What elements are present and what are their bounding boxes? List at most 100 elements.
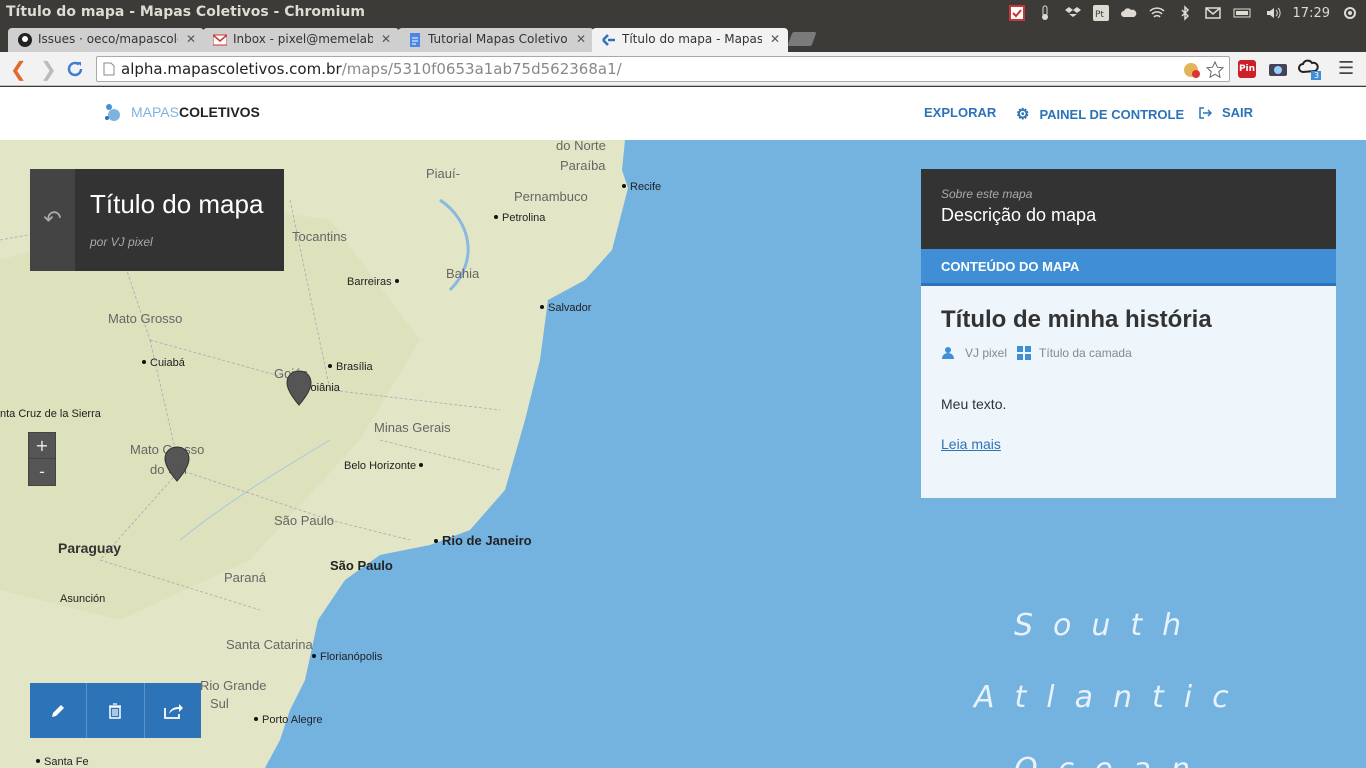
ocean-label: South	[1014, 608, 1202, 643]
tab-github-issues[interactable]: Issues · oeco/mapascoletiv ✕	[8, 28, 204, 52]
nav-dashboard[interactable]: ⚙ PAINEL DE CONTROLE	[1016, 105, 1184, 123]
window-titlebar: Título do mapa - Mapas Coletivos - Chrom…	[0, 0, 1366, 26]
map-label: Paraná	[224, 570, 266, 585]
bluetooth-icon[interactable]	[1177, 5, 1193, 21]
volume-icon[interactable]	[1265, 5, 1281, 21]
close-icon[interactable]: ✕	[770, 32, 780, 46]
close-icon[interactable]: ✕	[576, 32, 586, 46]
wifi-icon[interactable]	[1149, 5, 1165, 21]
map-label: Sul	[210, 696, 229, 711]
cloud-upload-icon[interactable]	[1120, 5, 1137, 21]
github-icon	[18, 33, 32, 47]
map-label: Cuiabá	[142, 357, 185, 369]
map-label: Tocantins	[292, 229, 347, 244]
ocean-label: Atlantic	[974, 680, 1249, 715]
map-label: Rio Grande	[200, 678, 267, 693]
map-author: por VJ pixel	[90, 235, 153, 249]
map-label: Barreiras	[347, 276, 403, 288]
zoom-out-button[interactable]: -	[29, 459, 55, 485]
map-label: Belo Horizonte	[344, 460, 427, 472]
content-tab[interactable]: CONTEÚDO DO MAPA	[921, 249, 1336, 286]
new-tab-button[interactable]	[787, 32, 817, 46]
tab-tutorial-doc[interactable]: Tutorial Mapas Coletivos - ✕	[398, 28, 594, 52]
map-label: Pernambuco	[514, 189, 588, 204]
layers-icon	[1017, 346, 1032, 360]
map-label: Rio de Janeiro	[434, 533, 532, 548]
map-title-box: ↶ Título do mapa por VJ pixel	[30, 169, 284, 271]
share-icon	[163, 703, 183, 719]
mail-icon[interactable]	[1204, 5, 1221, 21]
map-label: Asunción	[60, 593, 106, 605]
pencil-icon	[52, 704, 65, 717]
browser-toolbar: ❮ ❯ alpha.mapascoletivos.com.br/maps/531…	[0, 52, 1366, 86]
map-label: Santa Fe	[36, 756, 89, 768]
read-more-link[interactable]: Leia mais	[941, 436, 1001, 452]
story-title[interactable]: Título de minha história	[941, 306, 1316, 334]
camera-extension-icon[interactable]	[1268, 60, 1288, 78]
map-marker-icon[interactable]	[286, 370, 312, 406]
map-label: Brasília	[328, 361, 373, 373]
map-marker-icon[interactable]	[164, 446, 190, 482]
close-icon[interactable]: ✕	[381, 32, 391, 46]
user-icon	[942, 347, 954, 359]
battery-icon[interactable]	[1233, 5, 1253, 21]
map-label: Porto Alegre	[254, 714, 323, 726]
story-meta: VJ pixel Título da camada	[941, 346, 1316, 360]
share-button[interactable]	[145, 683, 201, 738]
bookmark-star-icon[interactable]	[1205, 60, 1225, 80]
pivotal-icon[interactable]: Pt	[1092, 5, 1109, 21]
map-label: Santa Catarina	[226, 637, 313, 652]
map-label: Minas Gerais	[374, 420, 451, 435]
gmail-icon	[213, 34, 227, 46]
close-icon[interactable]: ✕	[186, 32, 196, 46]
menu-icon[interactable]: ☰	[1338, 58, 1354, 79]
system-tray: Pt 17:29	[1008, 0, 1358, 26]
tab-gmail-inbox[interactable]: Inbox - pixel@memelab.co ✕	[203, 28, 399, 52]
address-bar[interactable]: alpha.mapascoletivos.com.br/maps/5310f06…	[96, 56, 1230, 82]
trash-icon	[109, 702, 122, 719]
docs-icon	[410, 33, 420, 47]
clock[interactable]: 17:29	[1293, 6, 1330, 21]
map-label: Piauí-	[426, 166, 460, 181]
checkbox-icon[interactable]	[1008, 5, 1025, 21]
logo-icon	[105, 104, 120, 121]
zoom-control: + -	[28, 432, 56, 486]
map-canvas[interactable]: do Norte Paraíba Piauí- Pernambuco Recif…	[0, 140, 1366, 768]
map-label: Mato Grosso	[108, 311, 183, 326]
mapascoletivos-icon	[602, 34, 615, 46]
reload-icon[interactable]	[66, 60, 84, 78]
blocked-cookie-icon[interactable]	[1183, 61, 1201, 79]
map-label: Petrolina	[494, 212, 545, 224]
power-gear-icon[interactable]	[1342, 5, 1358, 21]
svg-text:Pt: Pt	[1095, 10, 1104, 20]
gear-icon: ⚙	[1016, 106, 1030, 123]
map-label: Paraguay	[58, 540, 122, 556]
map-title: Título do mapa	[90, 189, 264, 219]
delete-button[interactable]	[87, 683, 145, 738]
url-path: /maps/5310f0653a1ab75d562368a1/	[341, 60, 622, 78]
tab-map-title[interactable]: Título do mapa - Mapas Co ✕	[592, 28, 788, 52]
back-icon[interactable]: ❮	[10, 59, 27, 79]
about-label: Sobre este mapa	[941, 187, 1033, 201]
panel-header: Sobre este mapa Descrição do mapa	[921, 169, 1336, 249]
dropbox-icon[interactable]	[1064, 5, 1081, 21]
nav-explore[interactable]: EXPLORAR	[924, 105, 996, 120]
map-description: Descrição do mapa	[941, 205, 1097, 225]
story-card: Título de minha história VJ pixel Título…	[921, 286, 1336, 498]
undo-arrow-icon: ↶	[43, 207, 62, 232]
zoom-in-button[interactable]: +	[29, 433, 55, 459]
forward-icon[interactable]: ❯	[40, 59, 57, 79]
extension-badge: 3	[1314, 71, 1320, 80]
story-author[interactable]: VJ pixel	[965, 346, 1007, 360]
site-logo[interactable]: MAPAS COLETIVOS	[103, 101, 260, 123]
map-sidebar-panel: Sobre este mapa Descrição do mapa CONTEÚ…	[921, 169, 1336, 498]
back-button[interactable]: ↶	[30, 169, 75, 271]
nav-logout[interactable]: SAIR	[1198, 105, 1253, 120]
map-label: do Norte	[556, 140, 606, 153]
pinterest-extension-icon[interactable]: Pin	[1238, 60, 1256, 78]
thermometer-icon[interactable]	[1037, 5, 1053, 21]
story-layer[interactable]: Título da camada	[1039, 346, 1132, 360]
edit-button[interactable]	[30, 683, 88, 738]
map-label: Recife	[622, 181, 661, 193]
map-label: São Paulo	[274, 513, 334, 528]
